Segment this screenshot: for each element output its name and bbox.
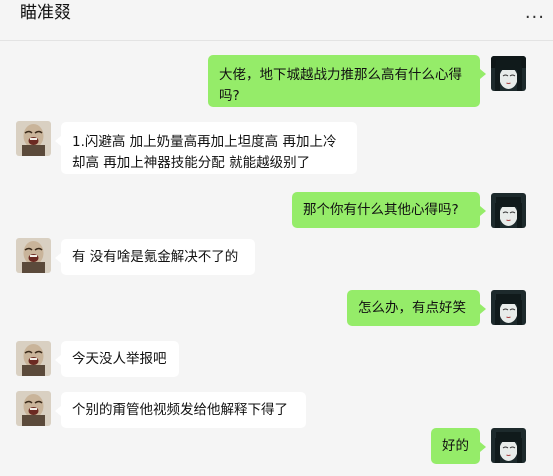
message-bubble-received[interactable]: 1.闪避高 加上奶量高再加上坦度高 再加上冷却高 再加上神器技能分配 就能越级别… [55,122,357,174]
chat-title: 瞄准叕 [20,3,71,23]
my-avatar[interactable] [491,56,526,91]
my-avatar[interactable] [491,428,526,463]
message-bubble-sent[interactable]: 大佬，地下城越战力推那么高有什么心得吗? [208,55,486,107]
contact-avatar[interactable] [16,341,51,376]
message-bubble-sent[interactable]: 那个你有什么其他心得吗? [292,192,486,228]
message-bubble-sent[interactable]: 好的 [431,428,486,464]
message-bubble-sent[interactable]: 怎么办，有点好笑 [347,290,486,326]
message-bubble-received[interactable]: 今天没人举报吧 [55,341,179,377]
message-bubble-received[interactable]: 个别的甭管他视频发给他解释下得了 [55,392,306,428]
contact-avatar[interactable] [16,391,51,426]
more-options-icon[interactable]: ... [525,4,545,22]
contact-avatar[interactable] [16,238,51,273]
my-avatar[interactable] [491,193,526,228]
contact-avatar[interactable] [16,121,51,156]
my-avatar[interactable] [491,290,526,325]
chat-header: 瞄准叕 ... [0,0,553,41]
message-bubble-received[interactable]: 有 没有啥是氪金解决不了的 [55,239,255,275]
